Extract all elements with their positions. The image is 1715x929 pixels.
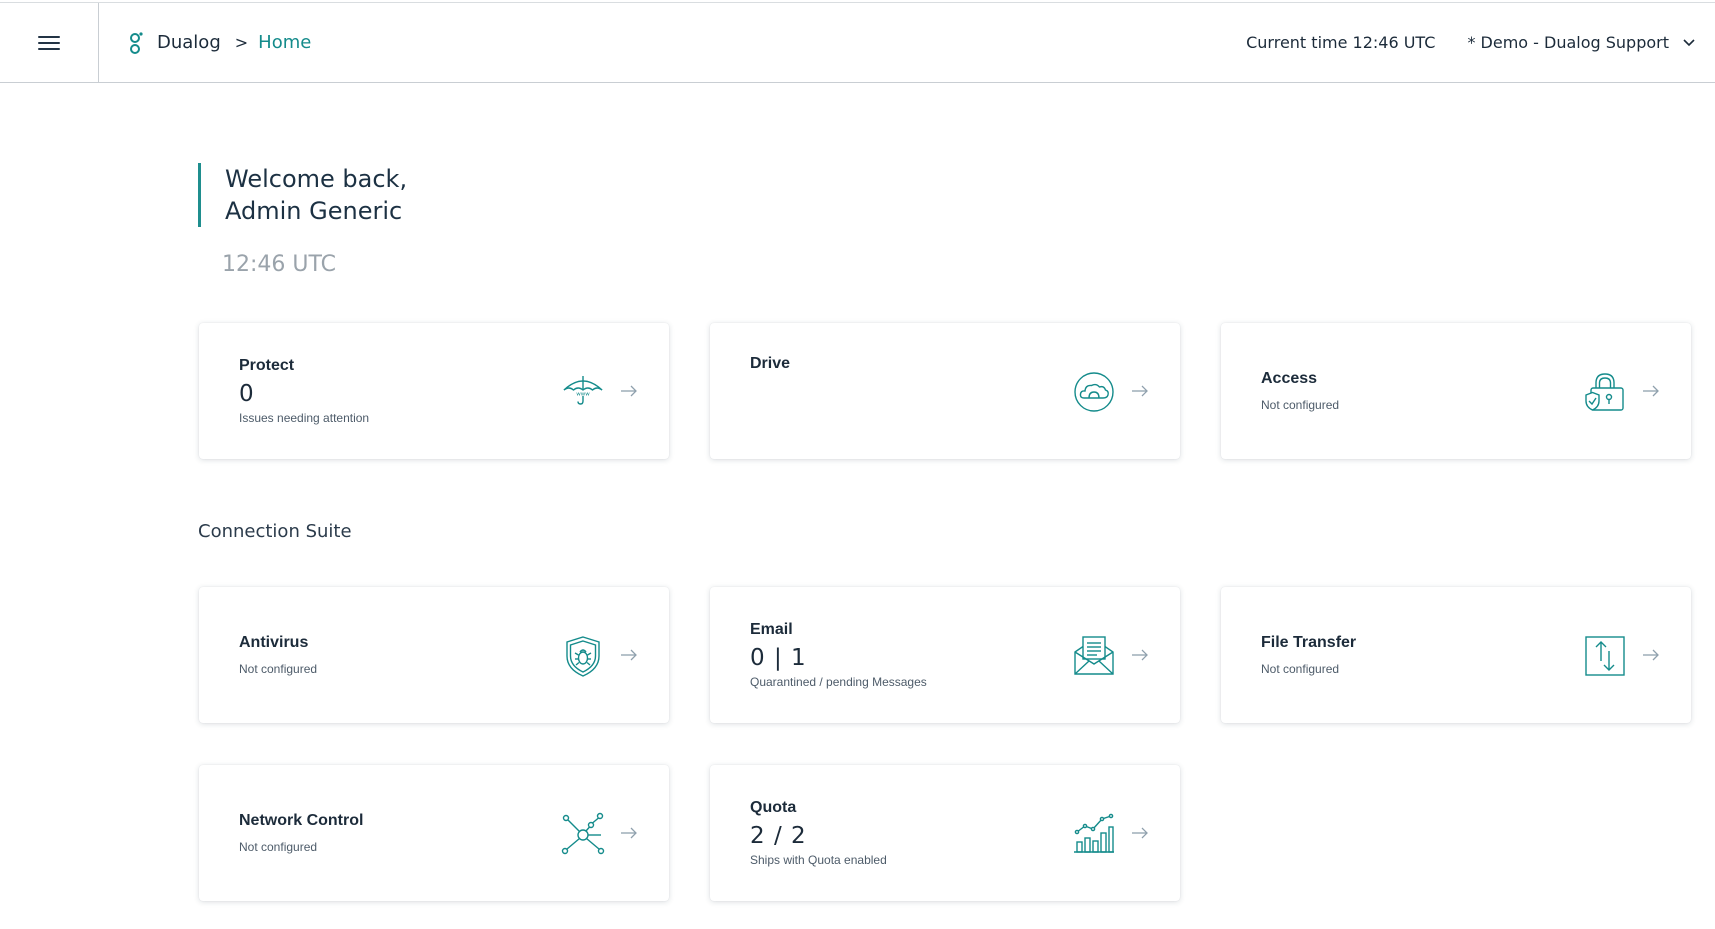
svg-text:www: www — [576, 392, 590, 398]
card-subtitle: Not configured — [1261, 662, 1340, 676]
card-protect[interactable]: Protect 0 Issues needing attention www — [199, 323, 669, 459]
account-name: * Demo - Dualog Support — [1467, 33, 1669, 52]
card-title: Network Control — [239, 812, 364, 829]
card-quota[interactable]: Quota 2 / 2 Ships with Quota enabled — [710, 765, 1180, 901]
card-access[interactable]: Access Not configured — [1221, 323, 1691, 459]
welcome-block: Welcome back, Admin Generic — [198, 163, 407, 227]
clock: 12:46 UTC — [222, 252, 337, 277]
card-file-transfer[interactable]: File Transfer Not configured — [1221, 587, 1691, 723]
envelope-icon — [1074, 636, 1114, 675]
network-nodes-icon — [561, 812, 605, 855]
card-value: 0 — [239, 381, 255, 407]
card-subtitle: Not configured — [239, 840, 318, 854]
upload-download-icon — [1585, 636, 1625, 676]
breadcrumb-home-link[interactable]: Dualog — [157, 32, 221, 53]
card-subtitle: Ships with Quota enabled — [750, 853, 887, 867]
arrow-right-icon — [1132, 827, 1148, 839]
card-subtitle: Issues needing attention — [239, 411, 370, 425]
current-time: Current time 12:46 UTC — [1246, 33, 1436, 52]
card-title: Drive — [750, 355, 791, 372]
welcome-user-name: Admin Generic — [225, 197, 403, 225]
card-drive[interactable]: Drive — [710, 323, 1180, 459]
shield-bug-icon — [566, 636, 600, 677]
hamburger-icon — [38, 35, 60, 51]
arrow-right-icon — [1132, 649, 1148, 661]
card-title: Access — [1261, 370, 1318, 387]
top-bar: Dualog > Home Current time 12:46 UTC * D… — [0, 2, 1715, 83]
card-title: File Transfer — [1261, 634, 1357, 651]
breadcrumb-current[interactable]: Home — [258, 32, 311, 53]
arrow-right-icon — [1132, 385, 1148, 397]
breadcrumb: Dualog > Home — [129, 31, 311, 55]
card-network-control[interactable]: Network Control Not configured — [199, 765, 669, 901]
arrow-right-icon — [621, 827, 637, 839]
bar-chart-icon — [1074, 813, 1114, 853]
cloud-icon — [1074, 372, 1114, 412]
arrow-right-icon — [621, 649, 637, 661]
arrow-right-icon — [621, 385, 637, 397]
card-value: 2 / 2 — [750, 823, 807, 849]
card-title: Quota — [750, 799, 797, 816]
arrow-right-icon — [1643, 385, 1659, 397]
chevron-down-icon — [1683, 38, 1695, 46]
card-title: Protect — [239, 357, 295, 374]
lock-shield-icon — [1585, 373, 1624, 411]
breadcrumb-separator: > — [234, 33, 249, 52]
card-value: 0 | 1 — [750, 645, 807, 671]
card-subtitle: Not configured — [239, 662, 318, 676]
menu-button[interactable] — [0, 3, 99, 82]
account-selector[interactable]: * Demo - Dualog Support — [1467, 33, 1695, 52]
umbrella-www-icon: www — [563, 376, 603, 405]
card-title: Email — [750, 621, 793, 638]
card-subtitle: Quarantined / pending Messages — [750, 675, 927, 689]
card-title: Antivirus — [239, 634, 309, 651]
card-email[interactable]: Email 0 | 1 Quarantined / pending Messag… — [710, 587, 1180, 723]
section-title-connection-suite: Connection Suite — [198, 521, 352, 542]
card-antivirus[interactable]: Antivirus Not configured — [199, 587, 669, 723]
dualog-logo-icon — [130, 31, 143, 54]
arrow-right-icon — [1643, 649, 1659, 661]
welcome-greeting: Welcome back, — [225, 165, 408, 193]
card-subtitle: Not configured — [1261, 398, 1340, 412]
